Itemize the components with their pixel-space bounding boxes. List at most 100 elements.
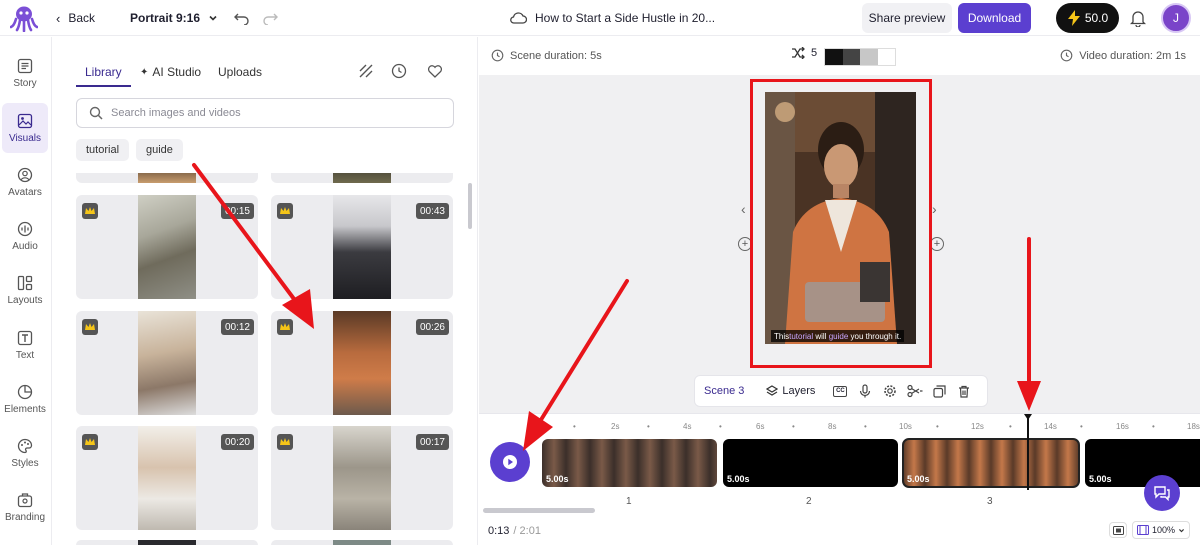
playhead[interactable] bbox=[1027, 416, 1029, 490]
sidenav-label: Branding bbox=[4, 511, 46, 523]
sidenav-item-branding[interactable]: Branding bbox=[2, 482, 48, 532]
search-placeholder: Search images and videos bbox=[111, 107, 241, 119]
zoom-dropdown[interactable]: 100% bbox=[1132, 521, 1190, 539]
chip-guide[interactable]: guide bbox=[136, 139, 183, 161]
chevron-left-icon: ‹ bbox=[56, 10, 61, 26]
sidenav-item-text[interactable]: Text bbox=[2, 320, 48, 370]
library-panel: Library ✦ AI Studio Uploads Search image… bbox=[52, 37, 478, 545]
tab-library[interactable]: Library bbox=[85, 65, 122, 79]
sidenav-item-story[interactable]: Story bbox=[2, 48, 48, 98]
fit-view-button[interactable] bbox=[1109, 522, 1127, 538]
clock-icon bbox=[391, 63, 407, 79]
premium-crown-icon bbox=[277, 434, 293, 450]
media-card-partial[interactable] bbox=[271, 540, 453, 545]
chip-tutorial[interactable]: tutorial bbox=[76, 139, 130, 161]
previous-scene-arrow[interactable]: ‹ bbox=[741, 201, 746, 217]
chevron-down-icon bbox=[208, 13, 218, 23]
share-preview-button[interactable]: Share preview bbox=[862, 3, 952, 33]
media-card[interactable]: 00:20 bbox=[76, 426, 258, 530]
panel-scrollbar[interactable] bbox=[468, 183, 472, 229]
sparkle-icon: ✦ bbox=[140, 66, 149, 78]
tab-uploads[interactable]: Uploads bbox=[218, 65, 262, 79]
aspect-ratio-dropdown[interactable]: Portrait 9:16 bbox=[130, 0, 218, 36]
filter-stripes-button[interactable] bbox=[358, 63, 374, 79]
scene-label[interactable]: Scene 3 bbox=[704, 385, 744, 397]
back-button[interactable]: ‹ Back bbox=[56, 0, 95, 36]
clip-number: 2 bbox=[806, 496, 812, 507]
split-scissors-icon[interactable] bbox=[907, 384, 923, 398]
chat-support-button[interactable] bbox=[1144, 475, 1180, 511]
favorites-button[interactable] bbox=[427, 63, 443, 79]
shuffle-icon bbox=[791, 47, 805, 59]
redo-icon bbox=[262, 11, 278, 25]
undo-button[interactable] bbox=[234, 0, 250, 36]
premium-crown-icon bbox=[82, 319, 98, 335]
sidenav-item-visuals[interactable]: Visuals bbox=[2, 103, 48, 153]
tick-dot: • bbox=[936, 422, 939, 431]
notifications-button[interactable] bbox=[1130, 0, 1146, 36]
download-button[interactable]: Download bbox=[958, 3, 1031, 33]
timeline-clip-3[interactable]: 5.00s bbox=[902, 438, 1080, 488]
credits-badge[interactable]: 50.0 bbox=[1056, 3, 1119, 33]
shuffle-control[interactable]: 5 bbox=[791, 47, 896, 66]
sidenav-label: Text bbox=[15, 349, 35, 361]
credits-value: 50.0 bbox=[1084, 11, 1109, 25]
captions-cc-icon[interactable]: CC bbox=[833, 385, 848, 397]
timeline-clip-4[interactable]: 5.00s bbox=[1085, 439, 1200, 487]
project-title[interactable]: How to Start a Side Hustle in 20... bbox=[509, 0, 715, 36]
tick-dot: • bbox=[647, 422, 650, 431]
duplicate-icon[interactable] bbox=[933, 384, 947, 398]
octopus-logo-icon[interactable] bbox=[10, 4, 38, 32]
duration-badge: 00:20 bbox=[220, 434, 254, 450]
microphone-icon[interactable] bbox=[859, 384, 871, 398]
tick-label: 8s bbox=[828, 422, 837, 431]
settings-gear-icon[interactable] bbox=[883, 384, 897, 398]
palette-icon bbox=[17, 438, 33, 454]
top-bar: ‹ Back Portrait 9:16 How to Start a Side… bbox=[0, 0, 1200, 36]
media-card[interactable]: 00:17 bbox=[271, 426, 453, 530]
add-scene-after-icon[interactable]: + bbox=[930, 237, 944, 251]
sidenav-label: Visuals bbox=[8, 132, 42, 144]
clip-number: 3 bbox=[987, 496, 993, 507]
annotation-arrow-left bbox=[192, 163, 314, 329]
next-scene-arrow[interactable]: › bbox=[932, 201, 937, 217]
tick-dot: • bbox=[864, 422, 867, 431]
media-thumbnail bbox=[333, 426, 391, 530]
tick-dot: • bbox=[1080, 422, 1083, 431]
clip-duration: 5.00s bbox=[727, 474, 750, 484]
tick-label: 4s bbox=[683, 422, 692, 431]
sidenav-item-avatars[interactable]: Avatars bbox=[2, 157, 48, 207]
sidenav-label: Audio bbox=[12, 240, 38, 252]
shuffle-count: 5 bbox=[811, 47, 818, 59]
sidenav-item-audio[interactable]: Audio bbox=[2, 211, 48, 261]
media-card-partial[interactable] bbox=[76, 540, 258, 545]
filmstrip-icon bbox=[1136, 525, 1149, 535]
scene-duration-text: Scene duration: 5s bbox=[510, 49, 602, 62]
side-navigation: Story Visuals Avatars Audio Layouts Text… bbox=[0, 37, 52, 545]
tick-dot: • bbox=[719, 422, 722, 431]
sidenav-item-elements[interactable]: Elements bbox=[2, 374, 48, 424]
tick-dot: • bbox=[792, 422, 795, 431]
layers-label: Layers bbox=[782, 385, 816, 397]
timeline-scrollbar[interactable] bbox=[483, 508, 595, 513]
clock-icon bbox=[491, 49, 504, 62]
history-button[interactable] bbox=[391, 63, 407, 79]
sidenav-item-layouts[interactable]: Layouts bbox=[2, 265, 48, 315]
color-palette-swatches[interactable] bbox=[824, 48, 896, 66]
user-avatar[interactable]: J bbox=[1161, 3, 1191, 33]
clip-number: 1 bbox=[626, 496, 632, 507]
sidenav-item-styles[interactable]: Styles bbox=[2, 428, 48, 478]
time-display: 0:13 / 2:01 bbox=[488, 525, 541, 537]
swatch bbox=[842, 49, 860, 65]
video-duration-text: Video duration: 2m 1s bbox=[1079, 49, 1186, 62]
layers-button[interactable]: Layers bbox=[766, 385, 815, 397]
avatar-icon bbox=[17, 167, 33, 183]
tab-ai-studio[interactable]: ✦ AI Studio bbox=[140, 65, 201, 79]
duration-badge: 00:43 bbox=[415, 203, 449, 219]
redo-button[interactable] bbox=[262, 0, 278, 36]
search-input[interactable]: Search images and videos bbox=[76, 98, 454, 128]
trash-icon[interactable] bbox=[958, 385, 970, 398]
timeline-clip-2[interactable]: 5.00s bbox=[723, 439, 898, 487]
current-time: 0:13 bbox=[488, 525, 510, 537]
media-thumbnail bbox=[138, 426, 196, 530]
